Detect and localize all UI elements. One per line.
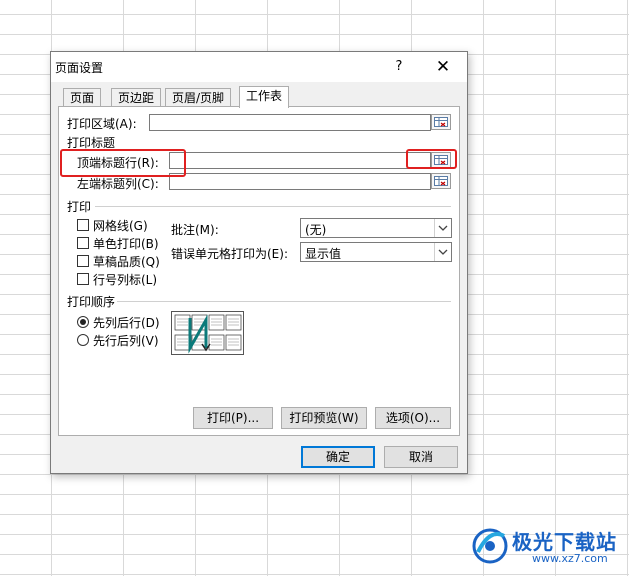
- page-setup-dialog: 页面设置 ? ✕ 页面 页边距 页眉/页脚 工作表 打印区域(A): 打印标题 …: [50, 51, 468, 474]
- over-then-down-label: 先行后列(V): [93, 334, 159, 348]
- options-button[interactable]: 选项(O)...: [375, 407, 451, 429]
- cell-errors-value: 显示值: [305, 247, 342, 261]
- dialog-titlebar: 页面设置 ? ✕: [51, 52, 467, 82]
- black-white-label: 单色打印(B): [93, 237, 159, 251]
- range-select-icon: [434, 117, 448, 127]
- cancel-button[interactable]: 取消: [384, 446, 458, 468]
- chevron-down-icon: [434, 243, 451, 261]
- collapse-button-highlight: [406, 149, 457, 169]
- print-area-collapse-button[interactable]: [431, 114, 451, 130]
- print-button[interactable]: 打印(P)...: [193, 407, 273, 429]
- chevron-down-icon: [434, 219, 451, 237]
- left-cols-collapse-button[interactable]: [431, 173, 451, 189]
- tab-header-footer[interactable]: 页眉/页脚: [165, 88, 232, 107]
- watermark-logo: 极光下载站 www.xz7.com: [468, 522, 623, 568]
- section-divider: [117, 301, 451, 302]
- left-cols-input[interactable]: [169, 173, 431, 190]
- section-divider: [95, 206, 451, 207]
- ok-button[interactable]: 确定: [301, 446, 375, 468]
- watermark-url: www.xz7.com: [532, 552, 608, 565]
- range-select-icon: [434, 176, 448, 186]
- row-col-headings-label: 行号列标(L): [93, 273, 158, 287]
- down-then-over-label: 先列后行(D): [93, 316, 160, 330]
- row-col-headings-checkbox[interactable]: [77, 273, 89, 285]
- print-area-input[interactable]: [149, 114, 431, 131]
- top-rows-input[interactable]: [169, 152, 431, 169]
- left-cols-label: 左端标题列(C):: [77, 177, 159, 191]
- help-button[interactable]: ?: [389, 56, 409, 78]
- aurora-logo-icon: [472, 528, 508, 564]
- top-rows-highlight: [60, 149, 186, 177]
- cell-errors-select[interactable]: 显示值: [300, 242, 452, 262]
- comments-select[interactable]: (无): [300, 218, 452, 238]
- print-preview-button[interactable]: 打印预览(W): [281, 407, 367, 429]
- page-order-section: 打印顺序: [67, 295, 116, 309]
- draft-quality-checkbox[interactable]: [77, 255, 89, 267]
- draft-quality-label: 草稿品质(Q): [93, 255, 160, 269]
- gridlines-checkbox[interactable]: [77, 219, 89, 231]
- print-section: 打印: [67, 200, 92, 214]
- close-button[interactable]: ✕: [431, 56, 455, 78]
- tab-sheet[interactable]: 工作表: [239, 86, 290, 108]
- dialog-title: 页面设置: [55, 61, 104, 75]
- over-then-down-radio[interactable]: [77, 334, 89, 346]
- tab-page[interactable]: 页面: [63, 88, 102, 107]
- page-order-preview-icon: [171, 311, 244, 355]
- watermark-brand: 极光下载站: [512, 530, 617, 554]
- tab-margins[interactable]: 页边距: [111, 88, 162, 107]
- cell-errors-label: 错误单元格打印为(E):: [171, 247, 288, 261]
- comments-label: 批注(M):: [171, 223, 219, 237]
- down-then-over-radio[interactable]: [77, 316, 89, 328]
- black-white-checkbox[interactable]: [77, 237, 89, 249]
- comments-value: (无): [305, 223, 327, 237]
- print-area-label: 打印区域(A):: [67, 117, 137, 131]
- gridlines-label: 网格线(G): [93, 219, 148, 233]
